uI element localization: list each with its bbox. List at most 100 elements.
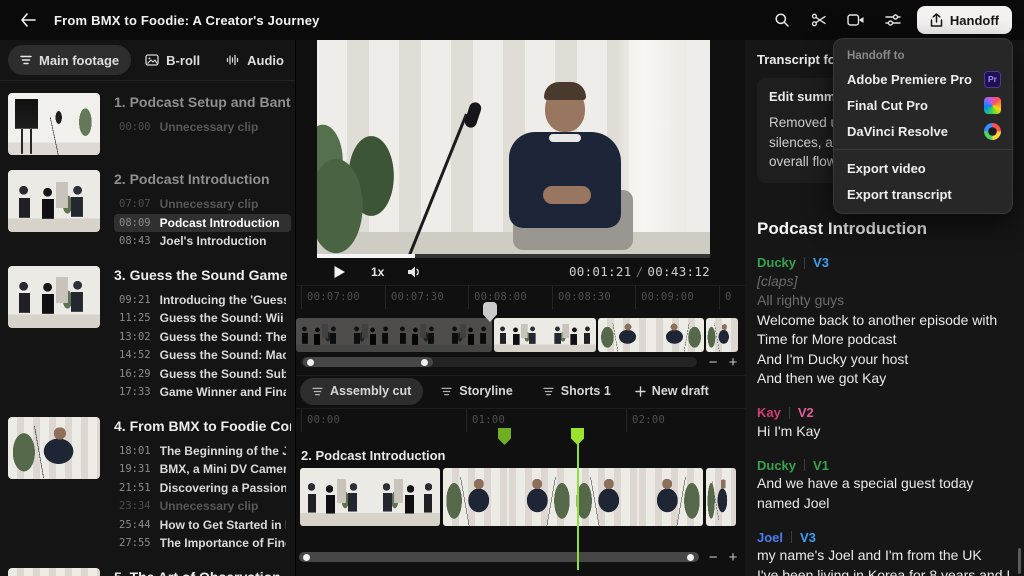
transcript-line[interactable]: [claps] [757,272,1014,292]
speaker-row[interactable]: JoelV3 [757,528,1014,546]
chapter-section: 5. The Art of Observation [8,568,295,576]
timeline-scroll-handle-left[interactable] [303,554,310,561]
media-ruler[interactable]: 00:07:0000:07:3000:08:0000:08:3000:09:00… [296,285,745,308]
chapter-title[interactable]: 2. Podcast Introduction [114,171,291,191]
transcript-line[interactable]: Welcome back to another episode with [757,311,1014,331]
transcript-line[interactable]: my name's Joel and I'm from the UK [757,546,1014,566]
clip-row[interactable]: 08:43Joel's Introduction [114,232,291,251]
tab-main-footage[interactable]: Main footage [8,45,131,75]
speaker-row[interactable]: DuckyV3 [757,254,1014,272]
timeline-marker-start[interactable] [498,428,511,445]
playback-speed[interactable]: 1x [371,265,384,279]
speaker-version-badge: V1 [813,458,829,473]
clip-row[interactable]: 25:44How to Get Started in Bike Ridi [114,516,291,535]
scissors-icon[interactable] [810,11,828,29]
transcript-line[interactable]: All righty guys [757,291,1014,311]
search-icon[interactable] [773,11,791,29]
media-scroll-handle-left[interactable] [307,359,314,366]
image-icon [145,54,159,66]
timeline-filmstrip[interactable] [296,468,745,526]
back-icon[interactable] [18,10,38,30]
transcript-line[interactable]: Hi I'm Kay [757,422,1014,442]
timeline-scroll-track[interactable] [299,552,697,562]
transcript-line[interactable]: And we have a special guest today [757,474,1014,494]
camera-icon[interactable] [847,11,865,29]
tab-b-roll[interactable]: B-roll [133,45,212,75]
chapter-title[interactable]: 1. Podcast Setup and Banter [114,94,291,114]
menu-item-finalcut[interactable]: Final Cut Pro [834,92,1012,118]
clip-row[interactable]: 13:02Guess the Sound: The Unrecog [114,328,291,347]
chapter-title[interactable]: 5. The Art of Observation [114,569,291,576]
menu-item-export-video[interactable]: Export video [834,155,1012,181]
media-scroll-track[interactable] [301,357,697,367]
video-preview[interactable] [317,40,710,258]
transcript-line[interactable]: named Joel [757,494,1014,514]
timeline-zoom-out-button[interactable]: − [705,549,721,565]
chapter-title[interactable]: 4. From BMX to Foodie Cont [114,418,291,438]
draft-tab-shorts-1[interactable]: Shorts 1 [531,378,623,405]
filmstrip-clip[interactable] [598,318,704,352]
clip-row[interactable]: 07:07Unnecessary clip [114,195,291,214]
clip-row[interactable]: 19:31BMX, a Mini DV Camera, and E [114,460,291,479]
transcript-line[interactable]: Time for More podcast [757,330,1014,350]
zoom-out-button[interactable]: − [705,354,721,370]
volume-icon[interactable] [406,265,422,279]
chapter-thumbnail[interactable] [8,568,100,576]
chapter-thumbnail[interactable] [8,170,100,232]
clip-row[interactable]: 23:34Unnecessary clip [114,497,291,516]
zoom-in-button[interactable]: + [725,354,741,370]
filmstrip-clip[interactable] [296,318,492,352]
chapter-title[interactable]: 3. Guess the Sound Game [114,267,291,287]
draft-tab-assembly-cut[interactable]: Assembly cut [300,378,423,405]
clip-row[interactable]: 17:33Game Winner and Final Thoug [114,383,291,402]
clip-row[interactable]: 27:55The Importance of Finding You [114,534,291,553]
filmstrip-clip[interactable] [494,318,596,352]
new-draft-button[interactable]: New draft [629,384,715,398]
timeline-marker-playhead[interactable] [571,428,584,445]
timeline-zoom-in-button[interactable]: + [725,549,741,565]
clip-row[interactable]: 16:29Guess the Sound: Subway Surf [114,365,291,384]
filmstrip-frame [394,318,443,352]
clip-row[interactable]: 11:25Guess the Sound: Wii Sports a [114,309,291,328]
clip-label: The Beginning of the Journey [160,444,286,458]
clip-row[interactable]: 08:09Podcast Introduction [114,214,291,233]
speaker-name: Ducky [757,255,796,270]
transcript-line[interactable]: And I'm Ducky your host [757,350,1014,370]
media-scroll-thumb[interactable] [303,357,433,367]
clip-row[interactable]: 18:01The Beginning of the Journey [114,442,291,461]
handoff-button[interactable]: Handoff [917,6,1012,34]
transcript-line[interactable]: I've been living in Korea for 8 years an… [757,566,1014,576]
timeline-ruler[interactable]: 00:0001:0002:00 [296,408,745,430]
draft-tab-label: Storyline [459,384,513,398]
filmstrip-clip[interactable] [300,468,440,526]
chapter-thumbnail[interactable] [8,93,100,155]
clip-label: Discovering a Passion for Fooc [160,481,286,495]
timeline-scroll-thumb[interactable] [299,552,699,562]
filmstrip-clip[interactable] [706,318,738,352]
transcript-scrollbar[interactable] [1018,548,1021,574]
speaker-row[interactable]: KayV2 [757,404,1014,422]
tab-audio[interactable]: Audio [214,45,295,75]
speaker-row[interactable]: DuckyV1 [757,456,1014,474]
filmstrip-clip[interactable] [443,468,703,526]
clip-row[interactable]: 21:51Discovering a Passion for Fooc [114,479,291,498]
clip-row[interactable]: 09:21Introducing the 'Guess the Sou [114,291,291,310]
clip-row[interactable]: 00:00Unnecessary clip [114,118,291,137]
media-scroll-handle-right[interactable] [421,359,428,366]
transcript-line[interactable]: And then we got Kay [757,369,1014,389]
menu-item-export-transcript[interactable]: Export transcript [834,181,1012,207]
menu-item-premiere[interactable]: Adobe Premiere ProPr [834,66,1012,92]
play-icon[interactable] [329,262,349,282]
draft-tab-storyline[interactable]: Storyline [429,378,525,405]
media-ruler-tick [635,286,636,309]
chapter-thumbnail[interactable] [8,266,100,328]
settings-sliders-icon[interactable] [884,11,902,29]
media-filmstrip[interactable] [296,318,745,352]
filmstrip-clip[interactable] [706,468,736,526]
handoff-menu-label: Handoff to [834,44,1012,66]
timeline-scroll-handle-right[interactable] [687,554,694,561]
menu-item-davinci[interactable]: DaVinci Resolve [834,118,1012,144]
timeline-ruler-label: 02:00 [632,414,665,426]
clip-row[interactable]: 14:52Guess the Sound: MacBook Cl [114,346,291,365]
chapter-thumbnail[interactable] [8,417,100,479]
